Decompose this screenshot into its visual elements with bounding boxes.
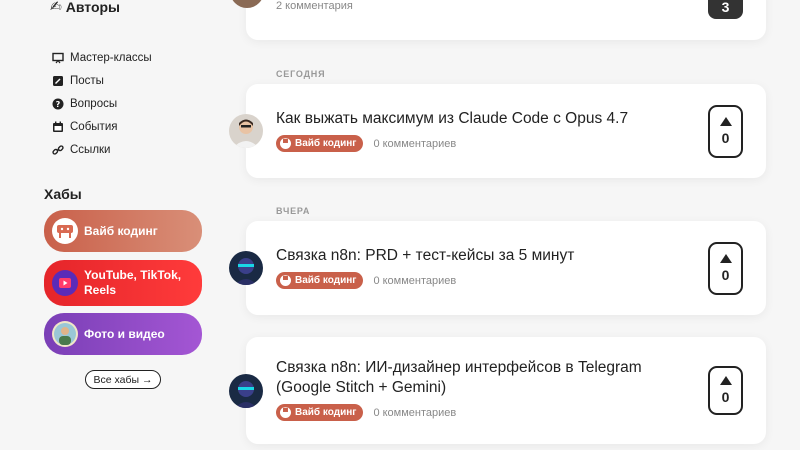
hub-label: Вайб кодинг <box>84 224 158 238</box>
hub-tag-label: Вайб кодинг <box>295 275 357 286</box>
upvote-arrow-icon <box>719 376 732 385</box>
sidebar-item-posts[interactable]: Посты <box>52 69 152 92</box>
vibe-coding-hub-icon: ▀ <box>280 407 291 418</box>
hub-tag-label: Вайб кодинг <box>295 407 357 418</box>
upvote-button[interactable]: 0 <box>708 366 743 415</box>
vote-count: 0 <box>721 389 730 405</box>
upvote-button[interactable]: 0 <box>708 105 743 158</box>
authors-link[interactable]: ✍ Авторы <box>50 0 120 15</box>
hub-tag-label: Вайб кодинг <box>295 138 357 149</box>
hub-tag[interactable]: ▀ Вайб кодинг <box>276 404 364 421</box>
authors-label: Авторы <box>65 0 120 15</box>
section-label-yesterday: ВЧЕРА <box>276 206 311 216</box>
avatar[interactable] <box>229 374 263 408</box>
sidebar-item-label: Посты <box>70 74 104 87</box>
vibe-coding-hub-icon: ▀ <box>280 275 291 286</box>
sidebar-menu: Мастер-классы Посты ? Вопросы События Сс… <box>52 46 152 161</box>
hub-youtube-tiktok-reels[interactable]: YouTube, TikTok, Reels <box>44 260 202 306</box>
avatar[interactable] <box>229 114 263 148</box>
hub-label-line2: Reels <box>84 283 117 297</box>
link-icon <box>52 144 64 156</box>
vibe-coding-hub-icon: ▀ <box>280 138 291 149</box>
post-title[interactable]: Как выжать максимум из Claude Code с Opu… <box>276 109 696 129</box>
sidebar-item-links[interactable]: Ссылки <box>52 138 152 161</box>
post-comments[interactable]: 0 комментариев <box>373 275 456 287</box>
post-meta: ▀ Вайб кодинг 0 комментариев <box>276 404 456 421</box>
upvote-arrow-icon <box>719 117 732 126</box>
all-hubs-button[interactable]: Все хабы → <box>85 370 161 389</box>
hub-tag[interactable]: ▀ Вайб кодинг <box>276 272 364 289</box>
vote-count: 0 <box>721 267 730 283</box>
post-comments[interactable]: 0 комментариев <box>373 407 456 419</box>
hub-vibe-coding[interactable]: Вайб кодинг <box>44 210 202 252</box>
upvote-arrow-icon <box>719 254 732 263</box>
vote-count: 0 <box>721 130 730 146</box>
post-comments[interactable]: 2 комментария <box>276 0 353 12</box>
sidebar-item-label: События <box>70 120 118 133</box>
post-title[interactable]: Связка n8n: PRD + тест-кейсы за 5 минут <box>276 246 696 266</box>
hub-label: YouTube, TikTok, Reels <box>84 268 181 298</box>
hub-label: Фото и видео <box>84 327 165 341</box>
sidebar-item-label: Ссылки <box>70 143 111 156</box>
calendar-icon <box>52 121 64 133</box>
edit-icon <box>52 75 64 87</box>
sidebar-item-masterclasses[interactable]: Мастер-классы <box>52 46 152 69</box>
svg-text:?: ? <box>56 100 61 109</box>
post-meta: ▀ Вайб кодинг 0 комментариев <box>276 135 456 152</box>
section-label-today: СЕГОДНЯ <box>276 69 326 79</box>
photo-hub-icon <box>52 321 78 347</box>
sidebar-item-label: Вопросы <box>70 97 118 110</box>
presentation-icon <box>52 52 64 64</box>
post-card <box>246 221 766 315</box>
post-meta: ▀ Вайб кодинг 0 комментариев <box>276 272 456 289</box>
hubs-title: Хабы <box>44 186 82 202</box>
sidebar-item-questions[interactable]: ? Вопросы <box>52 92 152 115</box>
video-hub-icon <box>52 270 78 296</box>
hub-photo-video[interactable]: Фото и видео <box>44 313 202 355</box>
question-icon: ? <box>52 98 64 110</box>
hub-tag[interactable]: ▀ Вайб кодинг <box>276 135 364 152</box>
upvote-button[interactable]: 0 <box>708 242 743 295</box>
post-card <box>246 84 766 178</box>
writing-hand-icon: ✍ <box>50 0 62 14</box>
vibe-coding-hub-icon <box>52 218 78 244</box>
avatar[interactable] <box>229 251 263 285</box>
hub-label-line1: YouTube, TikTok, <box>84 268 182 282</box>
sidebar-item-events[interactable]: События <box>52 115 152 138</box>
sidebar-item-label: Мастер-классы <box>70 51 152 64</box>
post-title[interactable]: Связка n8n: ИИ-дизайнер интерфейсов в Te… <box>276 358 696 398</box>
vote-count-button[interactable]: 3 <box>708 0 743 19</box>
sidebar: ✍ Авторы Мастер-классы Посты ? Вопросы С… <box>0 0 225 450</box>
post-comments[interactable]: 0 комментариев <box>373 138 456 150</box>
